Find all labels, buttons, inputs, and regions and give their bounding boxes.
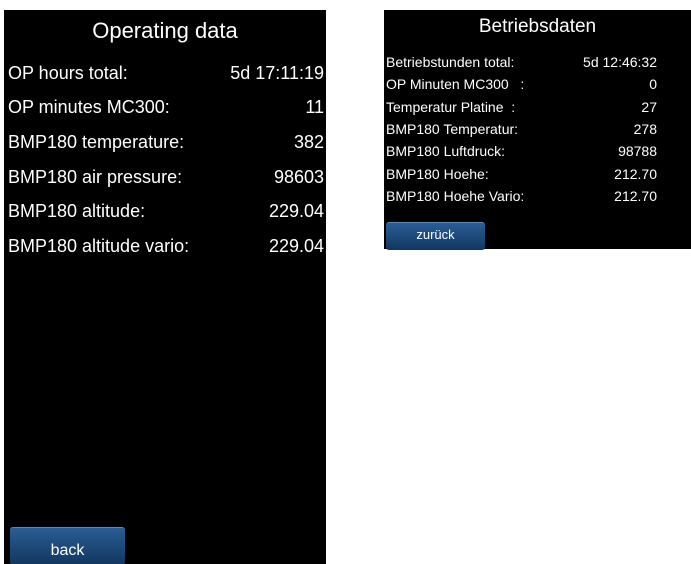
- list-item: BMP180 air pressure: 98603: [8, 160, 324, 195]
- row-value: 212.70: [614, 187, 657, 204]
- row-label: OP Minuten MC300 :: [386, 76, 525, 93]
- list-item: Temperatur Platine : 27: [386, 96, 657, 118]
- row-label: Betriebstunden total:: [386, 54, 515, 71]
- list-item: BMP180 temperature: 382: [8, 125, 324, 160]
- row-label: BMP180 air pressure:: [8, 166, 183, 187]
- back-button[interactable]: back: [10, 527, 125, 564]
- operating-data-screen: Operating data OP hours total: 5d 17:11:…: [4, 10, 326, 564]
- row-value: 0: [649, 76, 657, 93]
- row-label: BMP180 Temperatur:: [386, 121, 519, 138]
- list-item: OP hours total: 5d 17:11:19: [8, 56, 324, 91]
- row-label: OP minutes MC300:: [8, 97, 170, 118]
- row-value: 11: [305, 97, 324, 118]
- row-value: 98788: [618, 143, 657, 160]
- row-label: BMP180 Hoehe:: [386, 165, 489, 182]
- page-title: Operating data: [92, 18, 238, 43]
- row-value: 229.04: [268, 235, 324, 256]
- row-label: BMP180 altitude:: [8, 201, 146, 222]
- row-value: 5d 12:46:32: [583, 54, 657, 71]
- list-item: BMP180 altitude: 229.04: [8, 194, 324, 229]
- list-item: BMP180 Temperatur: 278: [386, 118, 657, 140]
- data-list: OP hours total: 5d 17:11:19 OP minutes M…: [8, 56, 324, 264]
- data-list: Betriebstunden total: 5d 12:46:32 OP Min…: [386, 51, 657, 207]
- page-title: Betriebsdaten: [478, 16, 597, 37]
- list-item: BMP180 Hoehe: 212.70: [386, 162, 657, 184]
- row-label: BMP180 temperature:: [8, 131, 185, 152]
- list-item: BMP180 Hoehe Vario: 212.70: [386, 185, 657, 207]
- list-item: OP Minuten MC300 : 0: [386, 73, 657, 95]
- row-value: 278: [633, 121, 657, 138]
- list-item: BMP180 Luftdruck: 98788: [386, 140, 657, 162]
- row-label: BMP180 altitude vario:: [8, 235, 190, 256]
- list-item: BMP180 altitude vario: 229.04: [8, 229, 324, 264]
- row-label: Temperatur Platine :: [386, 98, 516, 115]
- row-label: OP hours total:: [8, 62, 128, 83]
- row-value: 212.70: [614, 165, 657, 182]
- row-value: 27: [641, 98, 657, 115]
- row-value: 98603: [273, 166, 324, 187]
- list-item: OP minutes MC300: 11: [8, 91, 324, 126]
- zurueck-button[interactable]: zurück: [386, 222, 485, 250]
- betriebsdaten-screen: Betriebsdaten Betriebstunden total: 5d 1…: [384, 10, 691, 250]
- row-value: 5d 17:11:19: [230, 62, 324, 83]
- row-value: 382: [293, 131, 324, 152]
- row-label: BMP180 Luftdruck:: [386, 143, 506, 160]
- list-item: Betriebstunden total: 5d 12:46:32: [386, 51, 657, 73]
- row-label: BMP180 Hoehe Vario:: [386, 187, 525, 204]
- row-value: 229.04: [268, 201, 324, 222]
